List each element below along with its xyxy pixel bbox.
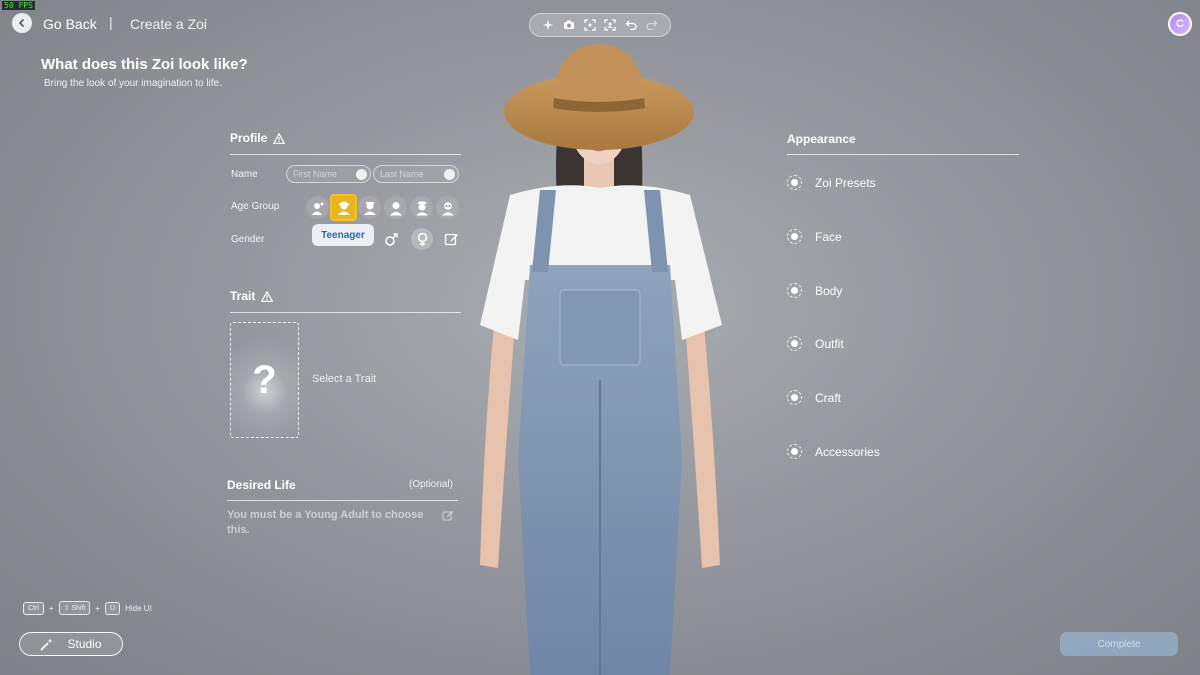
appearance-item-craft[interactable]: Craft bbox=[787, 390, 841, 405]
zoi-character-preview[interactable] bbox=[470, 40, 730, 675]
fps-counter: 50 FPS bbox=[2, 1, 35, 10]
appearance-section-title: Appearance bbox=[787, 132, 856, 146]
optional-label: (Optional) bbox=[409, 479, 453, 490]
age-adult-icon[interactable] bbox=[384, 196, 407, 219]
frame-icon[interactable] bbox=[583, 18, 597, 32]
warning-icon bbox=[273, 132, 286, 144]
appearance-item-accessories[interactable]: Accessories bbox=[787, 444, 880, 459]
u-key: U bbox=[105, 601, 121, 615]
desired-life-divider bbox=[227, 500, 458, 501]
shift-key: ⇧ Shift bbox=[58, 601, 91, 615]
camera-icon[interactable] bbox=[562, 18, 576, 32]
ctrl-key: Ctrl bbox=[23, 601, 44, 615]
appearance-title-text: Appearance bbox=[787, 132, 856, 146]
complete-button[interactable]: Complete bbox=[1060, 632, 1178, 656]
appearance-item-label: Face bbox=[815, 229, 842, 244]
appearance-item-body[interactable]: Body bbox=[787, 283, 842, 298]
dice-icon[interactable] bbox=[356, 169, 367, 180]
radio-icon bbox=[787, 444, 802, 459]
age-teenager-icon[interactable] bbox=[330, 194, 357, 221]
appearance-divider bbox=[787, 154, 1019, 155]
radio-icon bbox=[787, 229, 802, 244]
warning-icon bbox=[261, 290, 274, 302]
select-trait-label[interactable]: Select a Trait bbox=[312, 373, 376, 385]
page-subtitle: Bring the look of your imagination to li… bbox=[44, 78, 222, 89]
studio-label: Studio bbox=[67, 637, 102, 651]
magic-wand-icon bbox=[40, 638, 53, 651]
age-group-selector bbox=[306, 194, 459, 221]
hide-ui-label: Hide UI bbox=[125, 603, 152, 613]
studio-button[interactable]: Studio bbox=[19, 632, 123, 656]
desired-life-title: Desired Life bbox=[227, 478, 296, 492]
redo-icon[interactable] bbox=[645, 18, 659, 32]
focus-icon[interactable] bbox=[603, 18, 617, 32]
trait-card[interactable]: ? bbox=[230, 322, 299, 438]
radio-icon bbox=[787, 283, 802, 298]
sparkle-icon[interactable] bbox=[541, 18, 555, 32]
camera-toolbar bbox=[529, 13, 671, 37]
hide-ui-shortcut: Ctrl + ⇧ Shift + U Hide UI bbox=[23, 601, 152, 615]
edit-gender-icon[interactable] bbox=[440, 228, 462, 250]
breadcrumb-current: Create a Zoi bbox=[130, 16, 208, 32]
appearance-item-label: Accessories bbox=[815, 444, 880, 459]
gender-label: Gender bbox=[231, 234, 265, 245]
go-back-link[interactable]: Go Back bbox=[43, 16, 97, 32]
undo-icon[interactable] bbox=[624, 18, 638, 32]
age-group-label: Age Group bbox=[231, 201, 280, 212]
age-tooltip: Teenager bbox=[312, 224, 374, 246]
male-icon[interactable] bbox=[380, 228, 402, 250]
plus-sign: + bbox=[95, 603, 101, 613]
user-avatar[interactable]: C bbox=[1168, 12, 1192, 36]
edit-icon bbox=[442, 510, 454, 521]
trait-title-text: Trait bbox=[230, 289, 256, 303]
desired-life-title-text: Desired Life bbox=[227, 478, 296, 492]
appearance-item-outfit[interactable]: Outfit bbox=[787, 336, 844, 351]
desired-life-message: You must be a Young Adult to choose this… bbox=[227, 509, 424, 536]
page-title: What does this Zoi look like? bbox=[41, 56, 248, 73]
age-middle-aged-icon[interactable] bbox=[410, 196, 433, 219]
profile-divider bbox=[230, 154, 461, 155]
appearance-item-label: Outfit bbox=[815, 336, 844, 351]
trait-section-title: Trait bbox=[230, 289, 274, 303]
appearance-item-label: Zoi Presets bbox=[815, 175, 876, 190]
chevron-left-icon bbox=[18, 18, 25, 28]
age-elder-icon[interactable] bbox=[436, 196, 459, 219]
profile-section-title: Profile bbox=[230, 131, 286, 145]
appearance-item-zoi-presets[interactable]: Zoi Presets bbox=[787, 175, 876, 190]
radio-icon bbox=[787, 390, 802, 405]
radio-icon bbox=[787, 175, 802, 190]
breadcrumb-separator: | bbox=[109, 14, 113, 30]
appearance-item-label: Body bbox=[815, 283, 843, 298]
trait-divider bbox=[230, 312, 461, 313]
profile-title-text: Profile bbox=[230, 131, 268, 145]
plus-sign: + bbox=[48, 603, 54, 613]
age-infant-icon[interactable] bbox=[306, 196, 329, 219]
dice-icon[interactable] bbox=[444, 169, 455, 180]
question-mark-icon: ? bbox=[252, 357, 277, 402]
name-label: Name bbox=[231, 169, 258, 180]
appearance-item-label: Craft bbox=[815, 390, 842, 405]
back-button[interactable] bbox=[12, 13, 32, 33]
age-young-adult-icon[interactable] bbox=[358, 196, 381, 219]
female-icon[interactable] bbox=[411, 228, 433, 250]
appearance-item-face[interactable]: Face bbox=[787, 229, 842, 244]
radio-icon bbox=[787, 336, 802, 351]
